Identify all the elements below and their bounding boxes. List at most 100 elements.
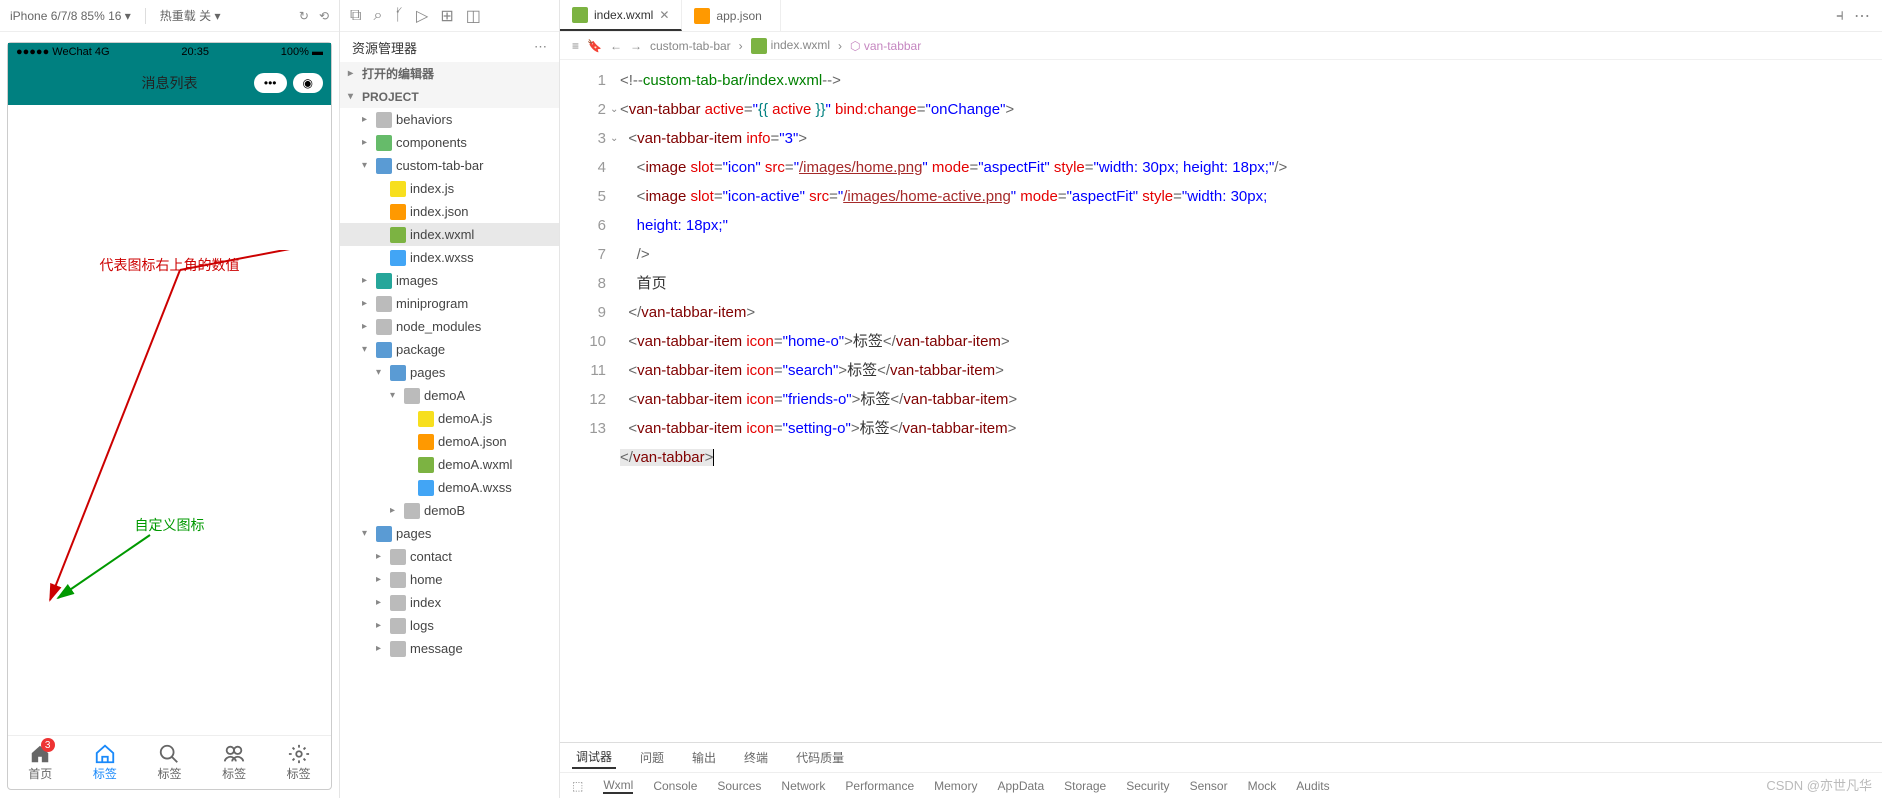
devtool-tab-Security[interactable]: Security [1126,779,1169,793]
file-icon [418,411,434,427]
tab-icon [94,743,116,765]
editor-tab-index.wxml[interactable]: index.wxml✕ [560,0,682,31]
refresh-icon[interactable]: ↻ [299,9,309,23]
crumb-file[interactable]: index.wxml [771,38,830,54]
crumb-symbol[interactable]: ⬡ van-tabbar [850,39,921,53]
tree-item-components[interactable]: ▸components [340,131,559,154]
file-icon [376,112,392,128]
tree-item-demoA.wxml[interactable]: demoA.wxml [340,453,559,476]
tabbar-item-2[interactable]: 标签 [137,736,202,789]
file-icon [390,227,406,243]
tree-item-index.js[interactable]: index.js [340,177,559,200]
simulator: ●●●●● WeChat 4G 20:35 100% ▬ 消息列表 ••• ◉ … [7,42,332,790]
close-tab-icon[interactable]: ✕ [659,8,669,22]
tab-label: 标签 [222,765,246,782]
devtool-tab-Memory[interactable]: Memory [934,779,977,793]
more-icon[interactable]: ⋯ [534,39,547,55]
tabbar-item-4[interactable]: 标签 [266,736,331,789]
close-button[interactable]: ◉ [293,73,323,93]
code-editor[interactable]: 12⌄3⌄45678910111213 <!--custom-tab-bar/i… [560,60,1882,742]
devtool-tab-Sources[interactable]: Sources [717,779,761,793]
tree-item-pages[interactable]: ▾pages [340,361,559,384]
devtool-tab-Storage[interactable]: Storage [1064,779,1106,793]
breadcrumb[interactable]: ≡ 🔖 ← → custom-tab-bar › index.wxml › ⬡ … [560,32,1882,60]
nav-back-icon[interactable]: ← [610,39,622,53]
split-icon[interactable]: ⫞ [1836,7,1844,25]
menu-button[interactable]: ••• [254,73,287,93]
section-project[interactable]: ▾PROJECT [340,85,559,108]
bookmark-icon[interactable]: 🔖 [587,39,602,53]
file-icon [390,365,406,381]
file-label: message [410,641,463,656]
debug-icon[interactable]: ▷ [416,6,428,26]
tree-item-index.wxml[interactable]: index.wxml [340,223,559,246]
more-editor-icon[interactable]: ⋯ [1854,6,1870,26]
tabbar-item-0[interactable]: 首页3 [8,736,73,789]
copy-icon[interactable]: ⧉ [350,7,361,25]
editor-tab-app.json[interactable]: app.json [682,0,780,31]
docker-icon[interactable]: ◫ [466,6,481,26]
panel-tab-4[interactable]: 代码质量 [792,747,848,768]
explorer-title: 资源管理器 ⋯ [340,32,559,62]
tree-item-demoA.wxss[interactable]: demoA.wxss [340,476,559,499]
back-icon[interactable]: ⟲ [319,9,329,23]
file-icon [390,618,406,634]
tree-item-index.wxss[interactable]: index.wxss [340,246,559,269]
status-signal: ●●●●● WeChat 4G [16,46,110,58]
code-content[interactable]: <!--custom-tab-bar/index.wxml--><van-tab… [620,60,1287,742]
panel-tabs: 调试器问题输出终端代码质量 [560,742,1882,772]
devtool-tab-Console[interactable]: Console [653,779,697,793]
tree-item-behaviors[interactable]: ▸behaviors [340,108,559,131]
file-label: demoA.wxml [438,457,512,472]
devtool-tab-Mock[interactable]: Mock [1248,779,1277,793]
crumb-folder[interactable]: custom-tab-bar [650,39,731,53]
branch-icon[interactable]: ᚶ [394,7,404,25]
tab-label: 标签 [157,765,181,782]
devtool-tab-Performance[interactable]: Performance [845,779,914,793]
devtool-tab-Audits[interactable]: Audits [1296,779,1329,793]
panel-tab-0[interactable]: 调试器 [572,746,616,769]
tree-item-images[interactable]: ▸images [340,269,559,292]
devtool-tab-Sensor[interactable]: Sensor [1190,779,1228,793]
tree-item-logs[interactable]: ▸logs [340,614,559,637]
panel-tab-1[interactable]: 问题 [636,747,668,768]
line-gutter: 12⌄3⌄45678910111213 [560,60,620,742]
extensions-icon[interactable]: ⊞ [440,6,453,26]
tree-item-demoA[interactable]: ▾demoA [340,384,559,407]
device-select[interactable]: iPhone 6/7/8 85% 16 ▾ [10,9,131,23]
tabbar-item-3[interactable]: 标签 [202,736,267,789]
devtool-tab-AppData[interactable]: AppData [997,779,1044,793]
tree-item-contact[interactable]: ▸contact [340,545,559,568]
hot-reload-toggle[interactable]: 热重载 关 ▾ [160,7,221,24]
tree-item-node_modules[interactable]: ▸node_modules [340,315,559,338]
section-open-editors[interactable]: ▸打开的编辑器 [340,62,559,85]
tab-icon [158,743,180,765]
list-icon[interactable]: ≡ [572,39,579,53]
tree-item-demoA.json[interactable]: demoA.json [340,430,559,453]
devtool-tab-Network[interactable]: Network [781,779,825,793]
file-label: demoB [424,503,465,518]
tree-item-index[interactable]: ▸index [340,591,559,614]
tree-item-package[interactable]: ▾package [340,338,559,361]
status-time: 20:35 [181,46,209,58]
panel-tab-2[interactable]: 输出 [688,747,720,768]
tree-item-custom-tab-bar[interactable]: ▾custom-tab-bar [340,154,559,177]
inspect-icon[interactable]: ⬚ [572,779,583,793]
tree-item-demoA.js[interactable]: demoA.js [340,407,559,430]
tree-item-pages[interactable]: ▾pages [340,522,559,545]
file-icon [418,434,434,450]
search-icon[interactable]: ⌕ [373,7,382,25]
nav-fwd-icon[interactable]: → [630,39,642,53]
tree-item-home[interactable]: ▸home [340,568,559,591]
tab-icon [288,743,310,765]
panel-tab-3[interactable]: 终端 [740,747,772,768]
tabbar-item-1[interactable]: 标签 [73,736,138,789]
tree-item-demoB[interactable]: ▸demoB [340,499,559,522]
tree-item-miniprogram[interactable]: ▸miniprogram [340,292,559,315]
file-icon [404,388,420,404]
file-label: custom-tab-bar [396,158,483,173]
tree-item-message[interactable]: ▸message [340,637,559,660]
devtool-tab-Wxml[interactable]: Wxml [603,778,633,794]
tree-item-index.json[interactable]: index.json [340,200,559,223]
file-label: demoA.js [438,411,492,426]
